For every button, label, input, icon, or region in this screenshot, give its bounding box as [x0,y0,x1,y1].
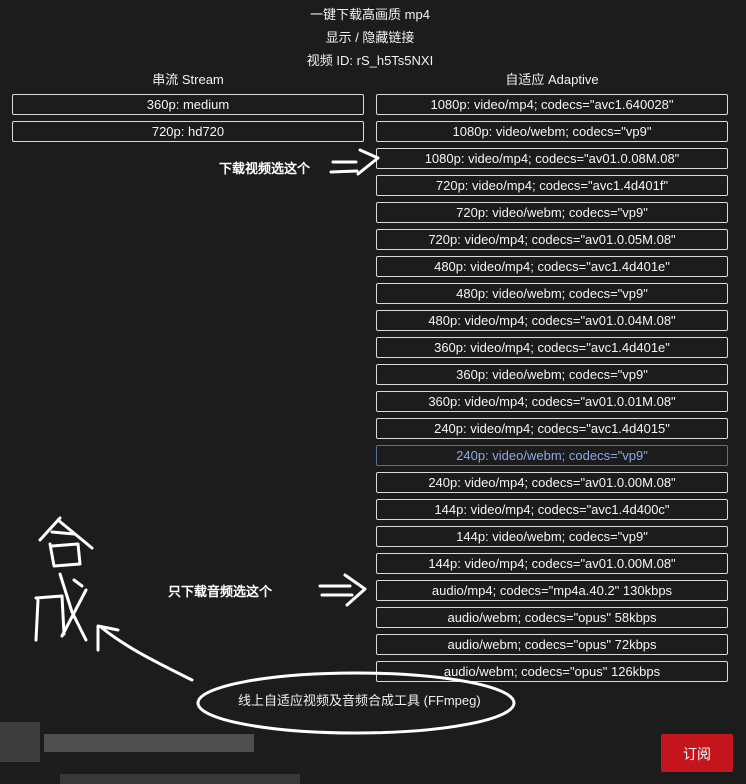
handwritten-he-icon [38,516,94,568]
tool-link-ellipse-icon [196,671,516,735]
audio-arrow-icon [318,573,367,607]
curve-arrow-icon [96,624,194,682]
video-arrow-icon [329,148,380,176]
page: 一键下载高画质 mp4 显示 / 隐藏链接 视频 ID: rS_h5Ts5NXI… [0,0,746,784]
handwritten-overlay: 合成 [34,148,516,735]
handwritten-cheng-icon [34,572,88,642]
